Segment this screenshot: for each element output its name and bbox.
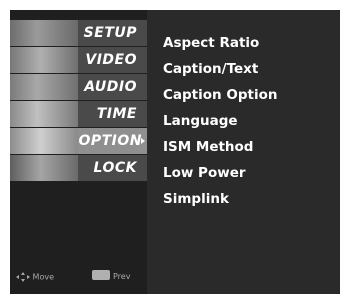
prev-hint-label: Prev — [113, 272, 131, 281]
audio-thumbnail-icon — [10, 74, 78, 100]
menu-item-label: TIME — [96, 106, 137, 122]
submenu-item-ism-method[interactable]: ISM Method — [163, 139, 253, 155]
menu-item-label: OPTION — [78, 133, 142, 149]
menu-item-label: AUDIO — [84, 79, 137, 95]
submenu-item-low-power[interactable]: Low Power — [163, 165, 246, 181]
menu-item-label: LOCK — [93, 160, 137, 176]
lock-thumbnail-icon — [10, 155, 78, 181]
menu-item-audio[interactable]: AUDIO — [10, 74, 147, 100]
option-thumbnail-icon — [10, 128, 78, 154]
menu-item-label: VIDEO — [85, 52, 137, 68]
move-hint-label: Move — [32, 272, 54, 282]
prev-hint: Prev — [113, 272, 130, 281]
chevron-right-icon — [141, 138, 145, 144]
submenu-item-caption-text[interactable]: Caption/Text — [163, 61, 258, 77]
menu-key-icon — [92, 270, 110, 280]
menu-item-setup[interactable]: SETUP — [10, 20, 147, 46]
screenshot-frame: SETUP VIDEO AUDIO TIME OPTION LOCK Move … — [0, 0, 345, 297]
submenu-item-caption-option[interactable]: Caption Option — [163, 87, 277, 103]
submenu-item-aspect-ratio[interactable]: Aspect Ratio — [163, 35, 259, 51]
move-hint: Move — [16, 272, 54, 282]
main-menu: SETUP VIDEO AUDIO TIME OPTION LOCK Move … — [10, 10, 147, 294]
move-arrows-icon — [16, 272, 30, 282]
menu-item-lock[interactable]: LOCK — [10, 155, 147, 181]
video-thumbnail-icon — [10, 47, 78, 73]
submenu-item-simplink[interactable]: Simplink — [163, 191, 229, 207]
menu-item-option[interactable]: OPTION — [10, 128, 147, 154]
tv-osd-menu: SETUP VIDEO AUDIO TIME OPTION LOCK Move … — [10, 10, 340, 294]
time-thumbnail-icon — [10, 101, 78, 127]
submenu-panel: Aspect Ratio Caption/Text Caption Option… — [147, 10, 340, 294]
menu-item-label: SETUP — [83, 25, 137, 41]
setup-thumbnail-icon — [10, 20, 78, 46]
menu-item-video[interactable]: VIDEO — [10, 47, 147, 73]
submenu-item-language[interactable]: Language — [163, 113, 238, 129]
menu-item-time[interactable]: TIME — [10, 101, 147, 127]
